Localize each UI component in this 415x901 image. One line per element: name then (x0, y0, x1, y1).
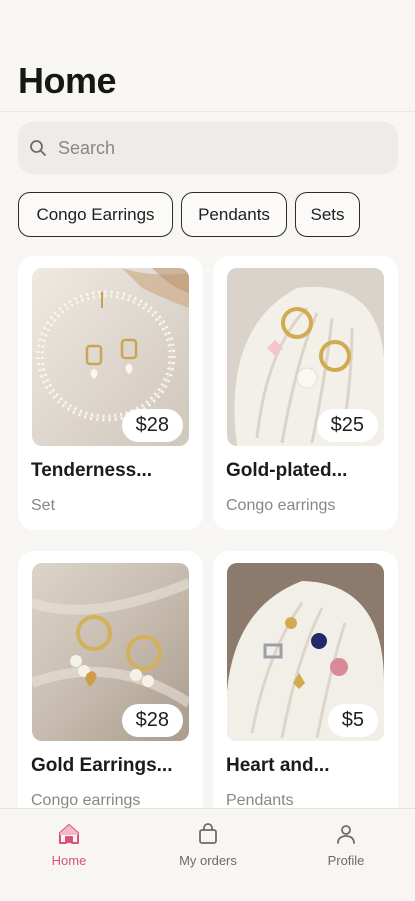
search-placeholder: Search (58, 138, 116, 158)
product-card[interactable]: $5 Heart and... Pendants (213, 551, 398, 825)
category-chip-sets[interactable]: Sets (295, 192, 360, 237)
category-chip-congo-earrings[interactable]: Congo Earrings (18, 192, 173, 237)
category-chip-pendants[interactable]: Pendants (181, 192, 287, 237)
product-category: Congo earrings (226, 497, 336, 514)
product-image: $5 (227, 563, 384, 741)
price-badge: $28 (121, 409, 183, 442)
tab-my-orders[interactable]: My orders (148, 809, 268, 889)
price-badge: $5 (327, 704, 378, 737)
product-card[interactable]: $28 Tenderness... Set (18, 256, 203, 530)
product-card[interactable]: $28 Gold Earrings... Congo earrings (18, 551, 203, 825)
price-badge: $25 (316, 409, 378, 442)
product-name: Heart and... (226, 755, 330, 776)
product-name: Tenderness... (31, 460, 153, 481)
tab-home[interactable]: Home (9, 809, 129, 889)
bottom-tab-bar: Home My orders Profile (0, 808, 415, 901)
header-divider (0, 111, 415, 112)
tab-label: Profile (327, 853, 365, 868)
tab-label: Home (51, 853, 87, 868)
product-card[interactable]: $25 Gold-plated... Congo earrings (213, 256, 398, 530)
home-icon (59, 824, 79, 844)
page-title: Home (18, 60, 117, 101)
tab-profile[interactable]: Profile (286, 809, 406, 889)
shopping-bag-icon (199, 823, 217, 844)
product-image: $28 (32, 563, 189, 741)
price-badge: $28 (121, 704, 183, 737)
search-input[interactable]: Search (18, 122, 398, 174)
product-category: Set (31, 497, 56, 514)
user-icon (337, 825, 355, 844)
search-icon (30, 140, 46, 156)
product-name: Gold Earrings... (31, 755, 173, 776)
product-image: $28 (32, 268, 189, 446)
tab-label: My orders (179, 853, 237, 868)
product-image: $25 (227, 268, 384, 446)
product-name: Gold-plated... (226, 460, 348, 481)
